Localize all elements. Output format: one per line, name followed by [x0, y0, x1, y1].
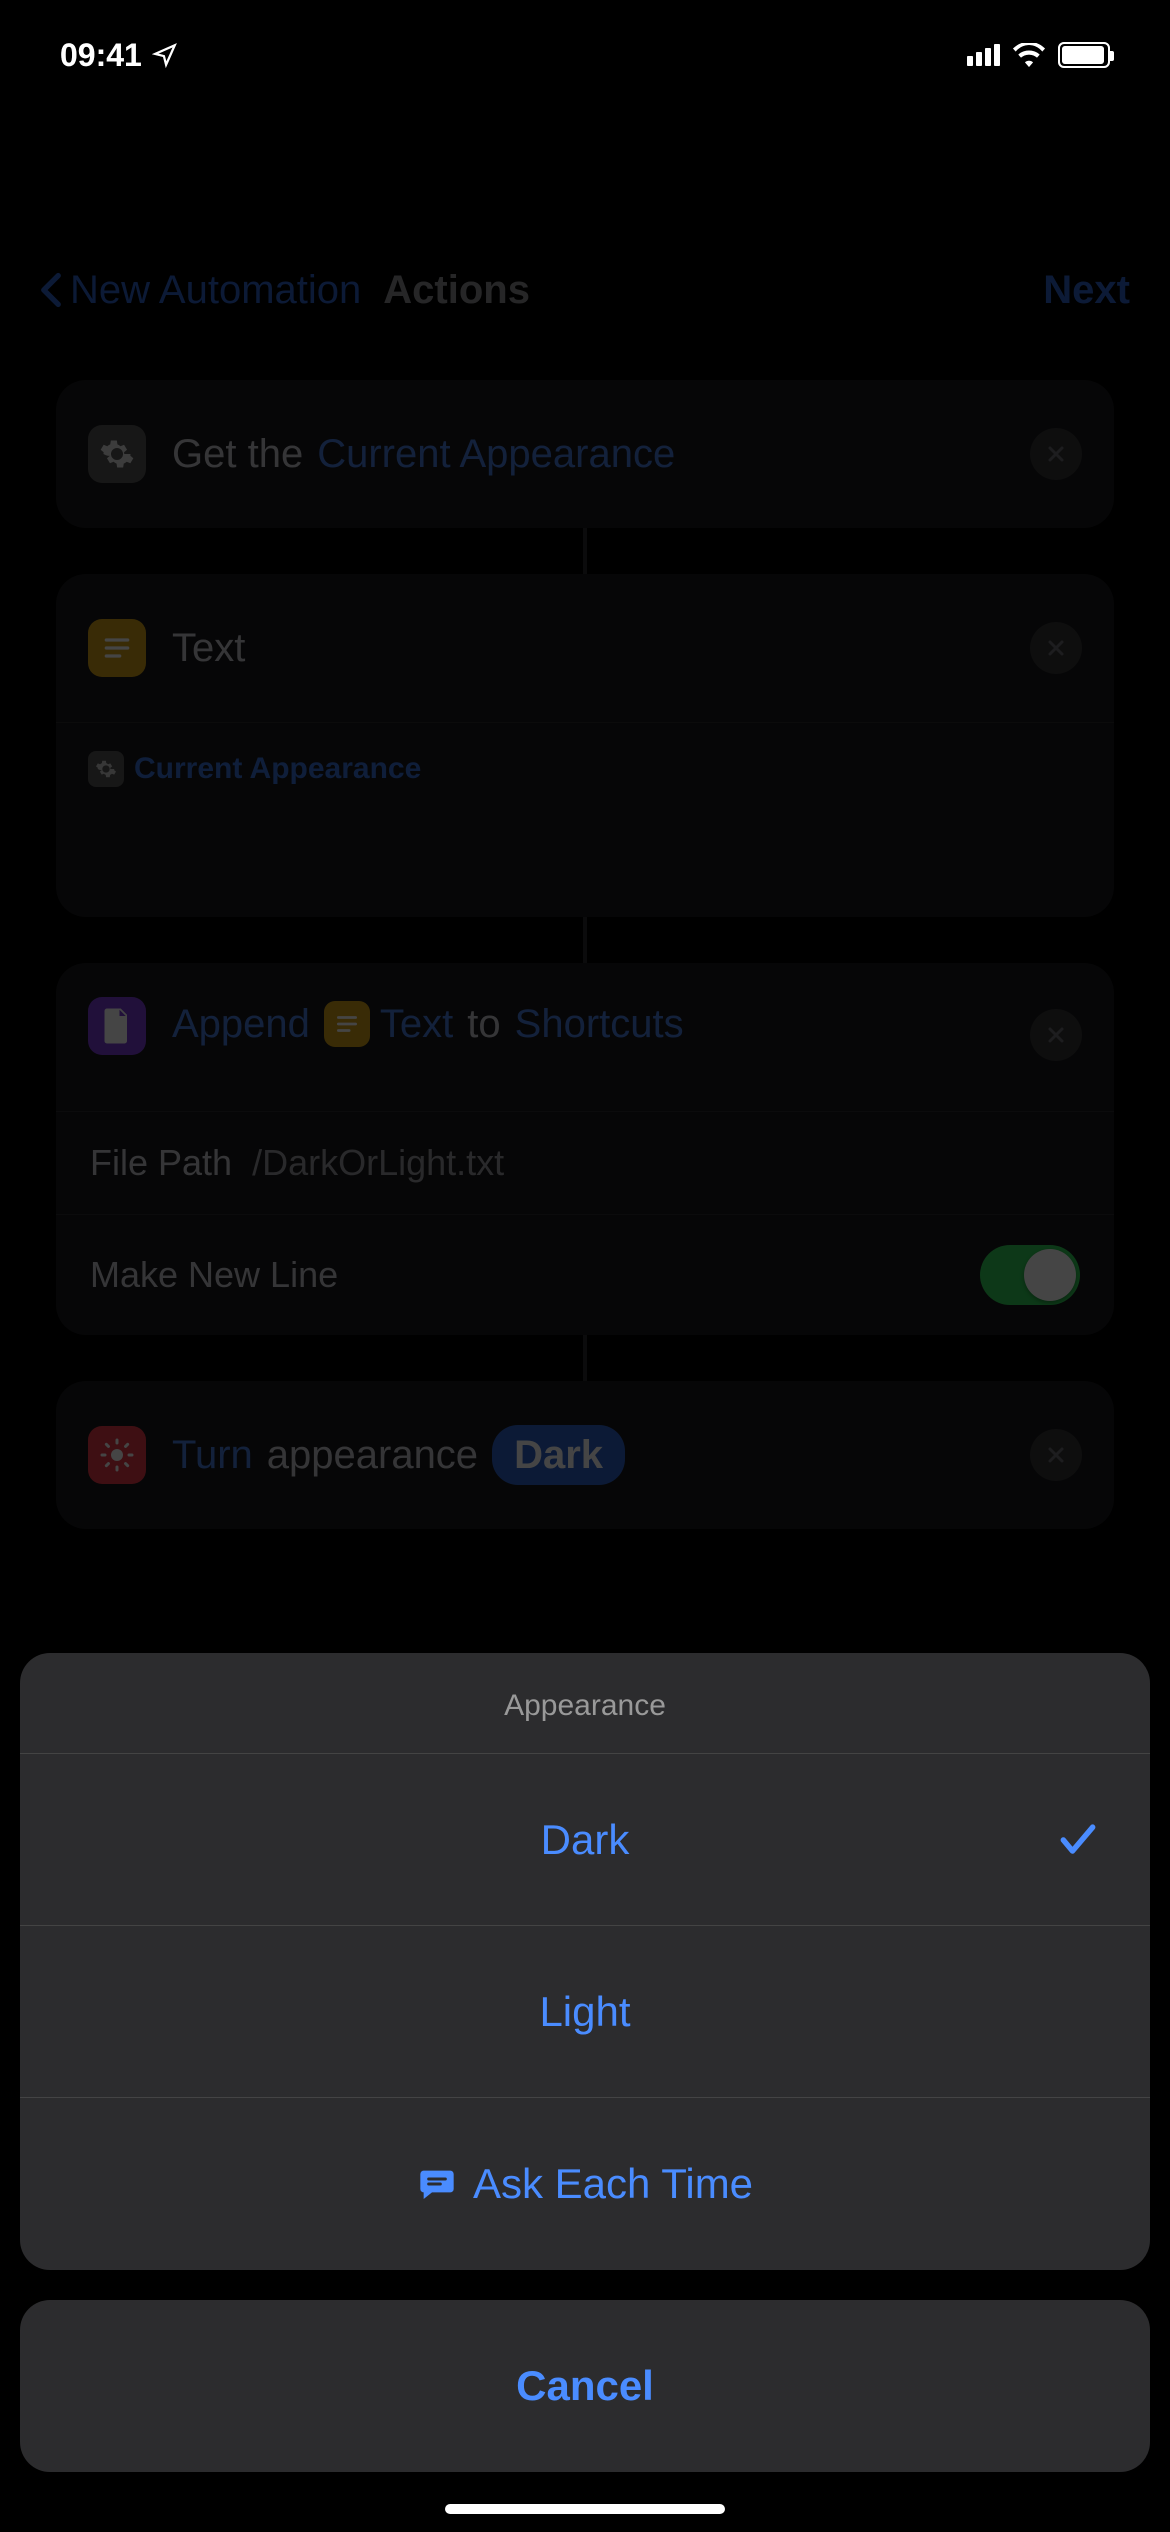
cancel-button[interactable]: Cancel: [20, 2300, 1150, 2472]
option-dark[interactable]: Dark: [20, 1754, 1150, 1926]
cancel-label: Cancel: [516, 2362, 654, 2410]
option-label: Ask Each Time: [473, 2160, 753, 2208]
option-ask-each-time[interactable]: Ask Each Time: [20, 2098, 1150, 2270]
option-label: Light: [539, 1988, 630, 2036]
battery-icon: [1058, 42, 1110, 68]
location-icon: [152, 42, 178, 68]
check-icon: [1056, 1818, 1100, 1862]
status-bar: 09:41: [0, 0, 1170, 110]
cellular-icon: [967, 44, 1000, 66]
action-sheet: Appearance Dark Light Ask Each Time Canc…: [20, 1653, 1150, 2472]
sheet-title: Appearance: [20, 1653, 1150, 1754]
option-label: Dark: [541, 1816, 630, 1864]
message-icon: [417, 2164, 457, 2204]
option-light[interactable]: Light: [20, 1926, 1150, 2098]
wifi-icon: [1012, 43, 1046, 67]
home-indicator[interactable]: [445, 2504, 725, 2514]
